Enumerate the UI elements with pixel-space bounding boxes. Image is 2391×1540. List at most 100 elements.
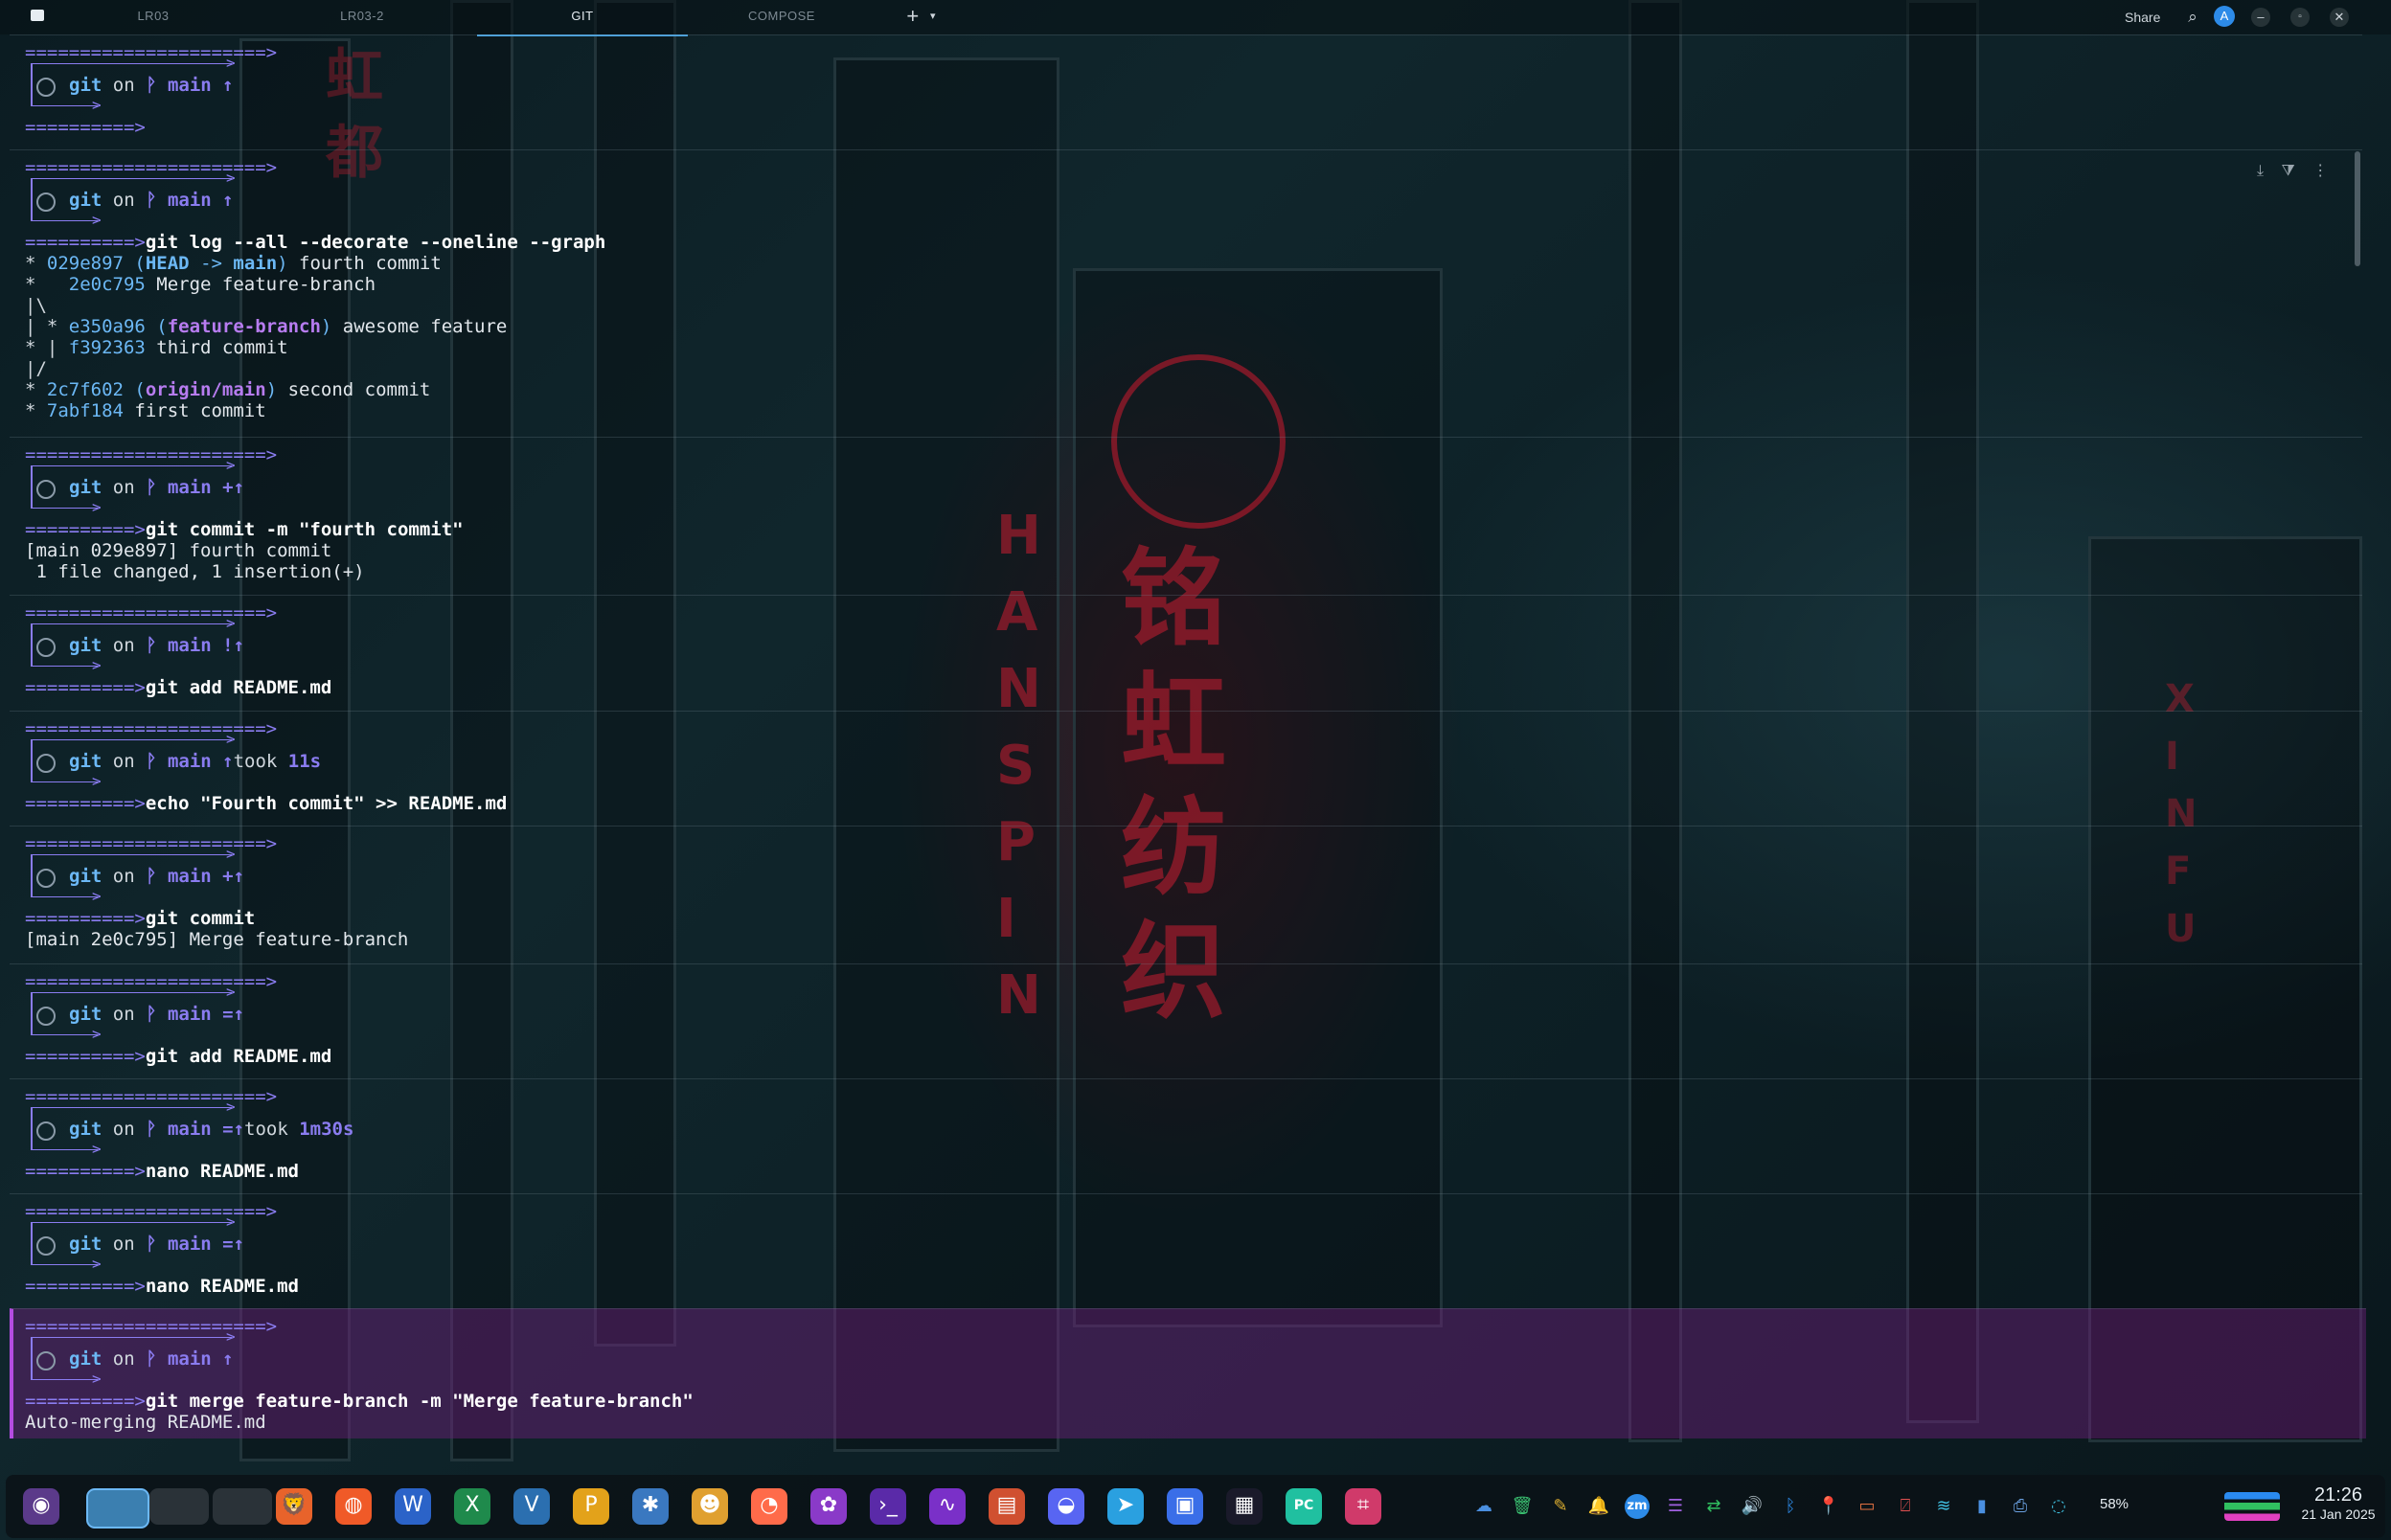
taskbar-workspace-3-icon[interactable] [213,1488,272,1525]
prompt-on: on [102,866,147,887]
command-line[interactable]: ==========>nano README.md [25,1161,299,1182]
command-text: nano README.md [145,1161,299,1182]
app-menu-icon[interactable] [31,10,44,21]
command-block[interactable] [10,1193,2362,1325]
tray-db-icon[interactable]: ☰ [1663,1494,1688,1519]
command-block[interactable] [10,963,2362,1095]
frame-bottom-line [31,666,98,667]
command-line[interactable]: ==========>git add README.md [25,1046,331,1067]
tray-switch-icon[interactable]: ⇄ [1701,1494,1726,1519]
download-icon[interactable]: ⤓ [2257,163,2264,179]
tray-trash-icon[interactable]: 🗑 [1510,1494,1535,1519]
branch-name: main [167,1004,223,1025]
system-monitor-icon[interactable] [2224,1492,2280,1521]
discord-glyph: ◒ [1057,1493,1076,1517]
taskbar-workspace-2-icon[interactable] [149,1488,209,1525]
arc-glyph: ✱ [641,1493,660,1517]
frame-bottom-line [31,220,98,221]
command-line[interactable]: ==========>echo "Fourth commit" >> READM… [25,793,507,814]
prompt-separator: ======================> [25,833,277,854]
tray-spinner-icon[interactable]: ◌ [2046,1494,2071,1519]
tray-notes-icon[interactable]: ✎ [1548,1494,1573,1519]
maximize-button[interactable]: ▫ [2290,8,2310,27]
took-label: took [233,751,288,772]
tray-cloud-icon[interactable]: ☁ [1471,1494,1496,1519]
separator-text: ==========> [25,1391,146,1412]
output-text: 1 file changed, 1 insertion(+) [25,561,365,582]
share-button[interactable]: Share [2125,0,2160,34]
tray-battery-icon[interactable]: ▮ [1970,1494,1994,1519]
branch-icon: ᚹ [146,190,168,211]
tab-git[interactable]: GIT [477,0,688,36]
chevron-down-icon[interactable]: ▾ [923,0,943,34]
frame-bottom-line [31,1034,98,1035]
command-block[interactable] [10,149,2362,449]
command-line[interactable]: ==========>nano README.md [25,1276,299,1297]
frame-top-line [31,465,232,466]
branch-icon: ᚹ [146,866,168,887]
prompt-frame [31,178,33,220]
tab-lr03[interactable]: LR03 [96,0,211,34]
terminal-output[interactable]: ======================> > > git on ᚹ main ↑… [0,34,2366,1438]
tray-pin-icon[interactable]: 📍 [1816,1494,1841,1519]
separator-text: ======================> [25,444,278,465]
git-status: ↑ [222,190,234,211]
title-bar: LR03 LR03-2 GIT COMPOSE + ▾ Share ⌕ A – … [0,0,2391,36]
scrollbar[interactable] [2355,151,2360,266]
frame-arrow: > [226,1327,236,1346]
new-tab-button[interactable]: + [900,0,925,34]
separator-text: ==========> [25,793,146,814]
frame-arrow: > [92,772,102,790]
filter-icon[interactable]: ⧩ [2282,163,2295,179]
branch-ref: origin/main [145,379,266,400]
tray-bell-icon[interactable]: 🔔 [1586,1494,1611,1519]
tray-printer-icon[interactable]: ⎙ [2008,1494,2033,1519]
debian-icon [36,192,56,212]
command-line[interactable]: ==========>git log --all --decorate --on… [25,232,605,253]
frame-arrow: > [226,614,236,632]
tray-layers-icon[interactable]: ▭ [1855,1494,1879,1519]
command-block[interactable] [10,1308,2366,1438]
clock[interactable]: 21:26 21 Jan 2025 [2295,1484,2381,1523]
prompt-frame [31,1337,33,1379]
taskbar-workspace-1-icon[interactable] [86,1488,149,1529]
close-button[interactable]: ✕ [2330,8,2349,27]
repo-name: git [69,1004,102,1025]
command-line[interactable]: ==========>git merge feature-branch -m "… [25,1391,694,1412]
commit-hash: 7abf184 [46,400,135,421]
prompt-separator: ======================> [25,1316,277,1337]
tray-wifi-icon[interactable]: ≋ [1931,1494,1956,1519]
word-glyph: W [402,1493,423,1517]
command-line[interactable]: ==========>git add README.md [25,677,331,698]
tray-mute-icon[interactable]: ⍁ [1893,1494,1918,1519]
command-block[interactable] [10,1078,2362,1210]
search-icon[interactable]: ⌕ [2183,8,2202,27]
tray-zoom-icon[interactable]: zm [1625,1494,1650,1519]
tab-compose[interactable]: COMPOSE [724,0,839,34]
prompt-separator: ======================> [25,1086,277,1107]
git-status: !↑ [222,635,245,656]
branch-icon: ᚹ [146,635,168,656]
command-block[interactable] [10,826,2362,978]
tray-bluetooth-icon[interactable]: ᛒ [1778,1494,1803,1519]
command-line[interactable]: ==========>git commit [25,908,255,929]
prompt-separator: ======================> [25,42,277,63]
command-block[interactable] [10,34,2362,166]
debian-icon [36,1236,56,1256]
command-block[interactable] [10,595,2362,726]
frame-arrow: > [92,1025,102,1043]
minimize-button[interactable]: – [2251,8,2270,27]
tab-lr03-2[interactable]: LR03-2 [305,0,420,34]
repo-name: git [69,190,102,211]
command-line[interactable]: ==========> [25,117,146,138]
command-line[interactable]: ==========>git commit -m "fourth commit" [25,519,464,540]
prompt-separator: ======================> [25,1201,277,1222]
branch-icon: ᚹ [146,1234,168,1255]
tray-volume-icon[interactable]: 🔊 [1740,1494,1765,1519]
command-block[interactable] [10,711,2362,842]
more-icon[interactable]: ⋮ [2312,163,2328,179]
avatar[interactable]: A [2214,6,2235,27]
ref-arrow: -> [189,253,234,274]
branch-name: main [167,866,223,887]
branch-icon: ᚹ [146,1004,168,1025]
